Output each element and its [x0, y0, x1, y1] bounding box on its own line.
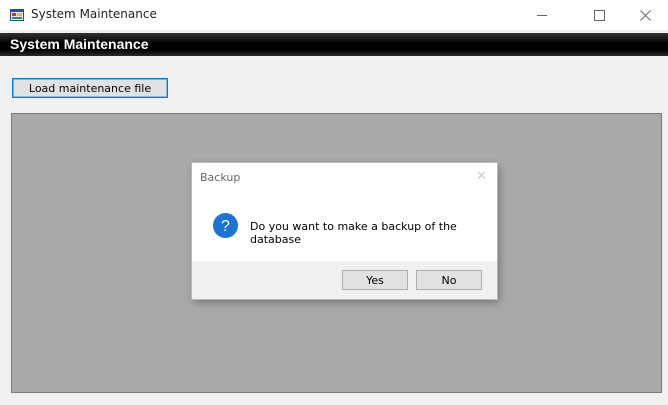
app-icon	[10, 9, 24, 21]
close-icon	[639, 9, 651, 21]
no-button[interactable]: No	[416, 270, 482, 290]
window-title: System Maintenance	[31, 7, 157, 21]
window-titlebar: System Maintenance	[0, 0, 668, 30]
load-maintenance-file-button[interactable]: Load maintenance file	[12, 78, 168, 98]
close-button[interactable]	[622, 0, 668, 30]
dialog-close-icon[interactable]: ✕	[476, 169, 487, 184]
yes-button[interactable]: Yes	[342, 270, 408, 290]
minimize-icon	[537, 14, 547, 16]
page-title: System Maintenance	[10, 36, 149, 52]
minimize-button[interactable]	[519, 0, 565, 30]
dialog-message: Do you want to make a backup of the data…	[250, 220, 457, 246]
backup-dialog: Backup ✕ ? Do you want to make a backup …	[192, 163, 497, 299]
maximize-icon	[593, 9, 605, 21]
question-icon: ?	[213, 213, 238, 238]
header-bar: System Maintenance	[0, 33, 668, 56]
dialog-footer: Yes No	[192, 261, 497, 299]
dialog-title: Backup	[200, 171, 241, 184]
maximize-button[interactable]	[576, 0, 622, 30]
svg-text:?: ?	[221, 218, 230, 235]
